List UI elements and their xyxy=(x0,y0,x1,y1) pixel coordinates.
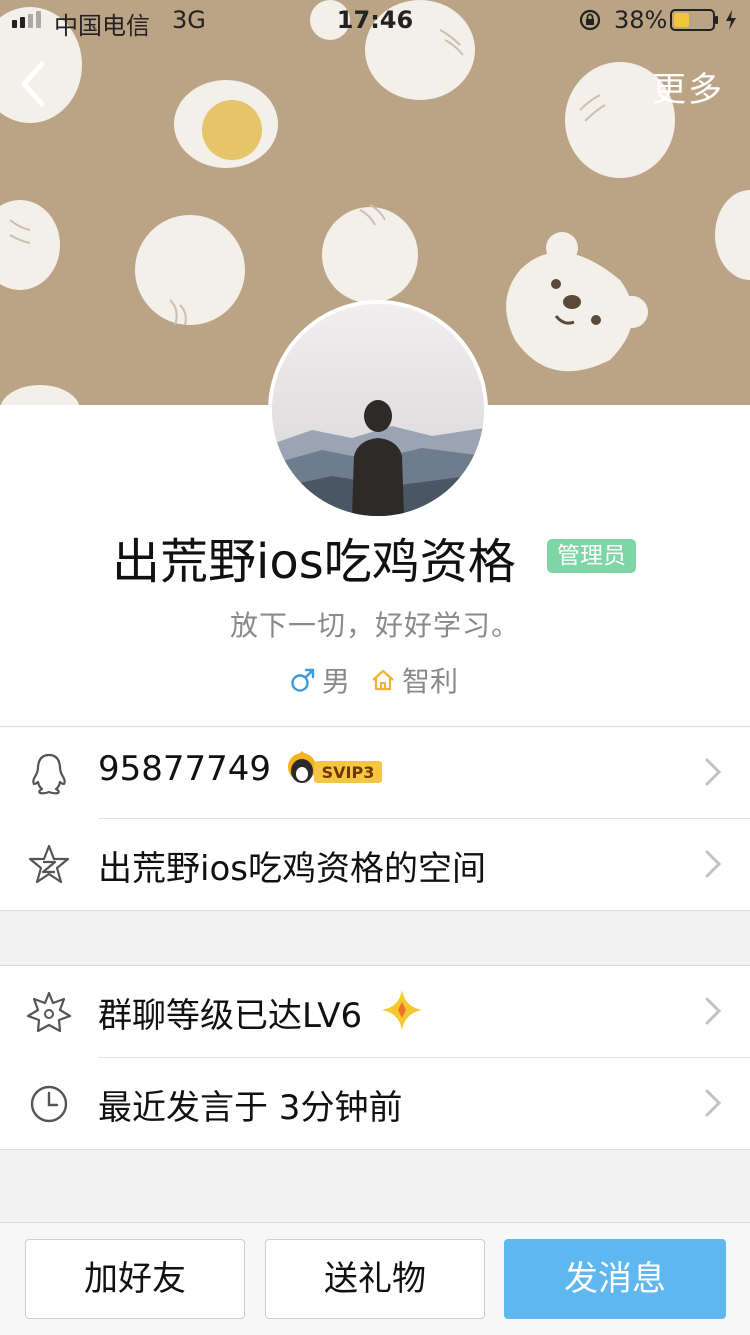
action-bar: 加好友 送礼物 发消息 xyxy=(0,1222,750,1335)
admin-badge: 管理员 xyxy=(547,539,636,573)
qq-number-row[interactable]: 95877749 SVIP3 xyxy=(0,727,750,818)
male-icon xyxy=(291,668,315,692)
chevron-right-icon xyxy=(705,1089,722,1117)
svip-badge: SVIP3 xyxy=(288,751,382,783)
chevron-right-icon xyxy=(705,850,722,878)
avatar-image xyxy=(272,304,484,516)
clock-icon xyxy=(30,1085,68,1123)
profile-tags: 男 智利 xyxy=(0,660,750,700)
send-message-button[interactable]: 发消息 xyxy=(504,1239,726,1319)
last-active-row[interactable]: 最近发言于 3分钟前 xyxy=(30,1057,750,1149)
gender-label: 男 xyxy=(322,665,351,698)
chevron-right-icon xyxy=(705,758,722,786)
more-button[interactable]: 更多 xyxy=(652,62,724,111)
svip-badge-text: SVIP3 xyxy=(322,763,375,782)
status-bar: 中国电信 3G 17:46 38% xyxy=(0,0,750,40)
qzone-label: 出荒野ios吃鸡资格的空间 xyxy=(98,849,486,889)
profile-signature: 放下一切，好好学习。 xyxy=(229,609,520,642)
add-friend-button[interactable]: 加好友 xyxy=(25,1239,245,1319)
location-tag: 智利 xyxy=(370,660,458,700)
chevron-right-icon xyxy=(705,997,722,1025)
charging-icon xyxy=(726,10,736,30)
star-outline-icon xyxy=(26,991,72,1033)
info-section: 95877749 SVIP3 出荒野ios吃鸡资格的空间 xyxy=(0,726,750,911)
last-active-label: 最近发言于 3分钟前 xyxy=(98,1088,403,1128)
group-level-row[interactable]: 群聊等级已达LV6 xyxy=(0,966,750,1057)
back-button[interactable] xyxy=(14,56,54,112)
group-level-label: 群聊等级已达LV6 xyxy=(98,996,363,1036)
home-icon xyxy=(372,669,394,691)
location-label: 智利 xyxy=(402,665,459,698)
profile-name: 出荒野ios吃鸡资格 xyxy=(112,534,516,590)
rotation-lock-icon xyxy=(579,9,601,31)
battery-percent: 38% xyxy=(614,6,668,34)
avatar[interactable] xyxy=(268,300,488,520)
gender-tag: 男 xyxy=(290,660,350,700)
send-gift-button[interactable]: 送礼物 xyxy=(265,1239,485,1319)
battery-icon xyxy=(670,9,718,31)
group-section: 群聊等级已达LV6 最近发言于 3分钟前 xyxy=(0,965,750,1150)
qzone-row[interactable]: 出荒野ios吃鸡资格的空间 xyxy=(28,818,750,910)
qzone-star-icon xyxy=(28,844,70,884)
sparkle-level-icon xyxy=(382,990,422,1030)
qq-penguin-icon xyxy=(32,753,66,795)
qq-number: 95877749 xyxy=(98,749,272,789)
name-row: 出荒野ios吃鸡资格 管理员 xyxy=(0,522,750,592)
